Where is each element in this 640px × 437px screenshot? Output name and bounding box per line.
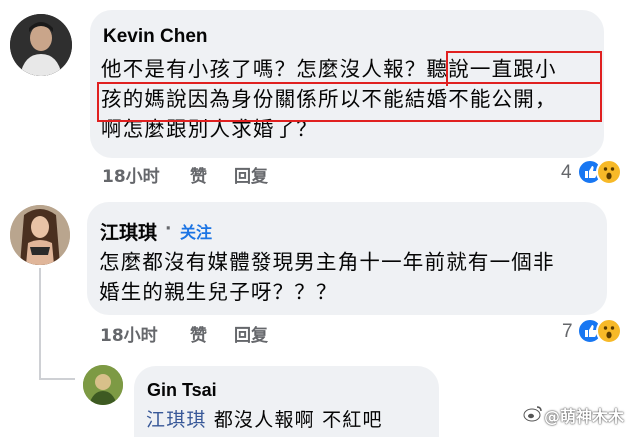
- wow-reaction-icon: [596, 318, 622, 344]
- highlight-box-top: [446, 51, 602, 86]
- comment-author[interactable]: 江琪琪: [100, 218, 157, 245]
- wow-reaction-icon: [596, 159, 622, 185]
- reply-author[interactable]: Gin Tsai: [147, 380, 217, 401]
- reply-thread-line: [39, 268, 41, 380]
- reaction-count[interactable]: 7: [562, 321, 573, 343]
- mention-link[interactable]: 江琪琪: [146, 409, 207, 431]
- highlight-box-bottom: [97, 82, 602, 122]
- reply-text-content: 都沒人報啊 不紅吧: [206, 409, 383, 431]
- weibo-logo-icon: [523, 404, 543, 422]
- comment-time: 18小时: [100, 326, 158, 346]
- follow-button[interactable]: 关注: [180, 219, 212, 243]
- reply-thread-branch: [39, 378, 75, 380]
- comment-time: 18小时: [102, 167, 160, 187]
- person-photo-icon: [83, 365, 123, 405]
- watermark: @萌神木木: [544, 407, 625, 426]
- avatar-jiang-qiqi[interactable]: [10, 205, 70, 265]
- person-photo-icon: [10, 14, 72, 76]
- reply-button[interactable]: 回复: [234, 321, 268, 346]
- comment-text: 怎麼都沒有媒體發現男主角十一年前就有一個非 婚生的親生兒子呀？？？: [99, 247, 604, 307]
- comment-line: 怎麼都沒有媒體發現男主角十一年前就有一個非: [99, 250, 555, 274]
- reaction-count[interactable]: 4: [561, 162, 572, 184]
- like-button[interactable]: 赞: [190, 162, 207, 187]
- comment-author[interactable]: Kevin Chen: [103, 26, 208, 48]
- reply-text: 江琪琪 都沒人報啊 不紅吧: [146, 405, 383, 435]
- like-button[interactable]: 赞: [190, 321, 207, 346]
- reply-button[interactable]: 回复: [234, 162, 268, 187]
- follow-separator: ·: [165, 219, 172, 239]
- comment-line: 婚生的親生兒子呀？？？: [99, 280, 338, 304]
- avatar-kevin-chen[interactable]: [10, 14, 72, 76]
- person-photo-icon: [10, 205, 70, 265]
- avatar-gin-tsai[interactable]: [83, 365, 123, 405]
